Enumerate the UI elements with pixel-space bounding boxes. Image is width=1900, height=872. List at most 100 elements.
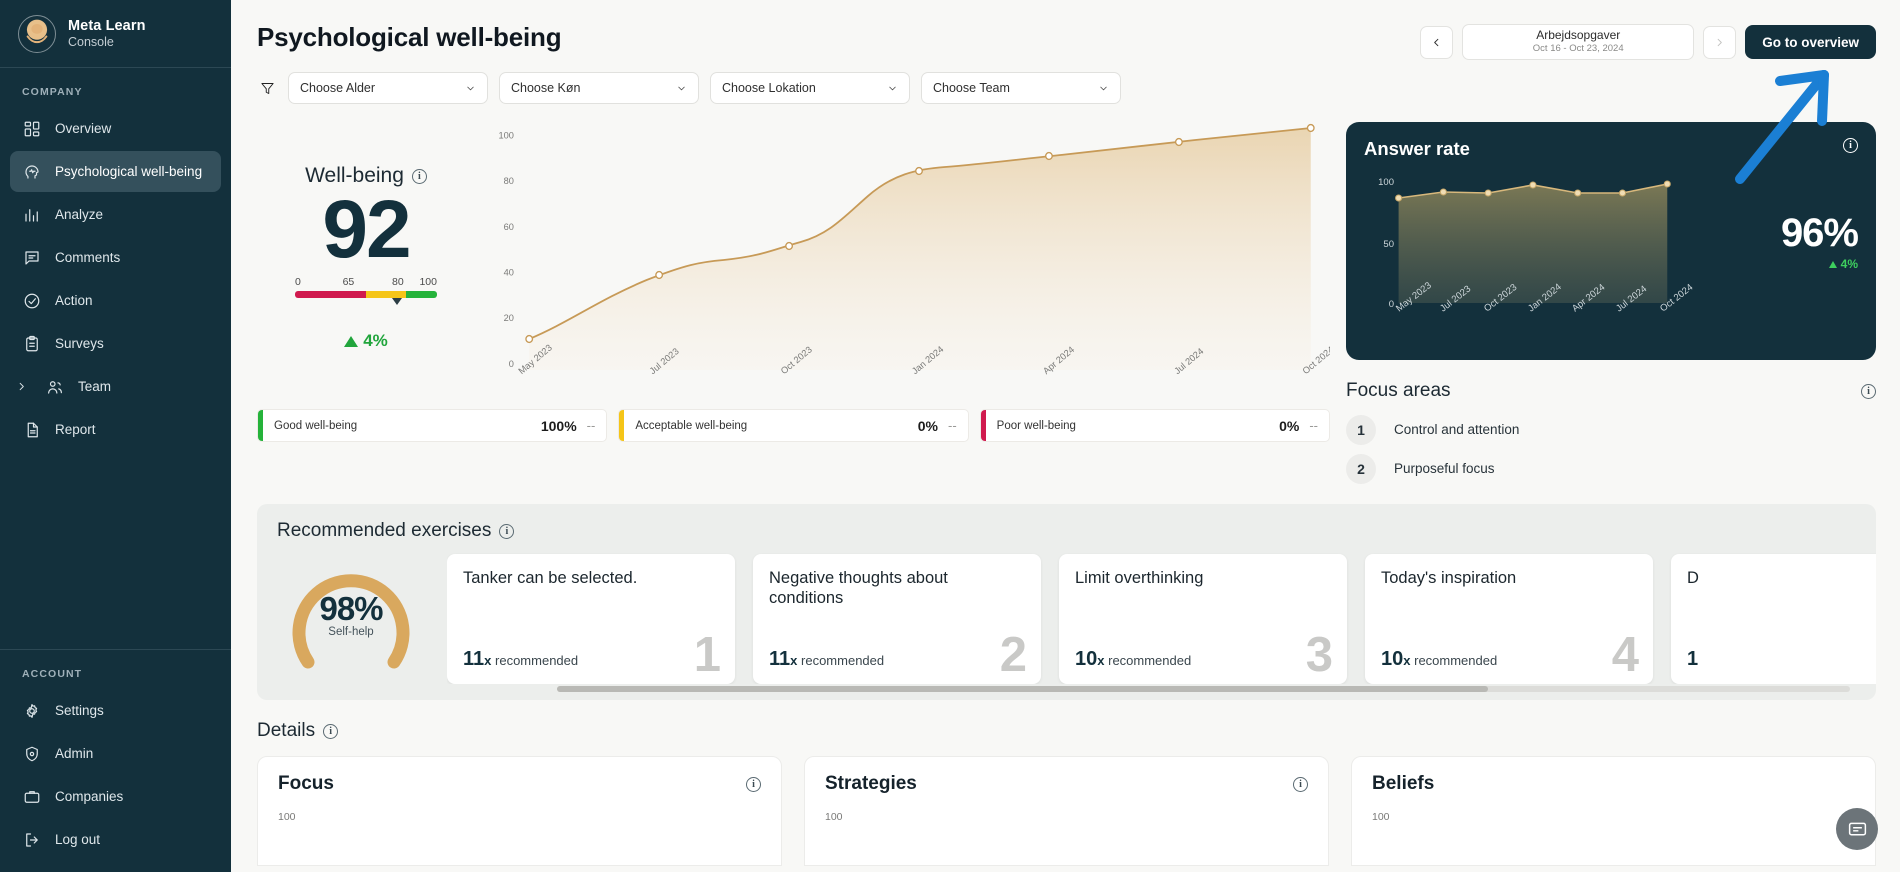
focus-area-label: Purposeful focus	[1394, 461, 1495, 476]
focus-area-item[interactable]: 1 Control and attention	[1346, 410, 1876, 449]
sidebar-item-companies[interactable]: Companies	[10, 776, 221, 817]
recommended-card-title: Limit overthinking	[1075, 568, 1331, 588]
sidebar-item-label: Overview	[55, 121, 111, 136]
detail-card-title: Beliefs	[1372, 773, 1434, 795]
svg-text:60: 60	[504, 222, 514, 232]
focus-areas-list: 1 Control and attention 2 Purposeful foc…	[1346, 410, 1876, 488]
svg-text:0: 0	[509, 359, 514, 369]
svg-text:40: 40	[504, 268, 514, 278]
detail-card-header: Strategies i	[825, 773, 1308, 795]
info-icon[interactable]: i	[1843, 138, 1858, 153]
answer-rate-header: Answer rate i	[1364, 138, 1858, 160]
answer-rate-body: 100 50 0 May 2023 Jul 2023 Oct 2023 Jan …	[1364, 160, 1858, 350]
legend-item-acceptable[interactable]: Acceptable well-being 0% --	[618, 409, 968, 442]
sidebar-item-settings[interactable]: Settings	[10, 690, 221, 731]
app-root: Meta Learn Console COMPANY Overview Psyc…	[0, 0, 1900, 872]
filter-select-kon[interactable]: Choose Køn	[499, 72, 699, 104]
recommended-header: Recommended exercises i	[277, 520, 1876, 542]
chevron-right-icon	[10, 381, 32, 392]
sidebar-item-admin[interactable]: Admin	[10, 733, 221, 774]
detail-card-axis-max: 100	[1372, 811, 1855, 823]
svg-text:20: 20	[504, 313, 514, 323]
info-icon[interactable]: i	[746, 777, 761, 792]
recommended-exercises-section: Recommended exercises i 98% Self-help	[257, 504, 1876, 700]
recommended-card[interactable]: Today's inspiration 10x recommended 4	[1365, 554, 1653, 684]
wellbeing-delta-value: 4%	[363, 331, 388, 351]
recommended-scrollbar-thumb[interactable]	[557, 686, 1488, 692]
details-row: Focus i 100 Strategies i 100 Beliefs	[257, 756, 1876, 866]
chat-fab-button[interactable]	[1836, 808, 1878, 850]
recommended-card[interactable]: Tanker can be selected. 11x recommended …	[447, 554, 735, 684]
svg-text:Oct 2024: Oct 2024	[1658, 282, 1695, 314]
legend-label: Good well-being	[263, 420, 541, 432]
recommended-card[interactable]: Limit overthinking 10x recommended 3	[1059, 554, 1347, 684]
recommended-card-rank: 1	[694, 631, 721, 680]
recommended-card-rank: 4	[1612, 631, 1639, 680]
info-icon[interactable]: i	[499, 524, 514, 539]
self-help-gauge: 98% Self-help	[277, 552, 425, 662]
sidebar-item-label: Analyze	[55, 207, 103, 222]
clipboard-icon	[22, 334, 42, 354]
sidebar-item-report[interactable]: Report	[10, 409, 221, 450]
info-icon[interactable]: i	[1861, 384, 1876, 399]
recommended-card[interactable]: Negative thoughts about conditions 11x r…	[753, 554, 1041, 684]
info-icon[interactable]: i	[1293, 777, 1308, 792]
focus-area-item[interactable]: 2 Purposeful focus	[1346, 449, 1876, 488]
wellbeing-panel: Well-being i 92 0 65 80 100	[257, 122, 1330, 488]
recommended-cards[interactable]: Tanker can be selected. 11x recommended …	[447, 552, 1876, 684]
wellbeing-delta: 4%	[344, 331, 388, 351]
wellbeing-tick: 80	[392, 276, 404, 288]
wellbeing-tick: 0	[295, 276, 301, 288]
sidebar-item-psychological-well-being[interactable]: Psychological well-being	[10, 151, 221, 192]
recommended-card[interactable]: D 1	[1671, 554, 1876, 684]
sidebar-item-team[interactable]: Team	[10, 366, 221, 407]
prev-period-button[interactable]	[1420, 26, 1453, 59]
filter-select-lokation[interactable]: Choose Lokation	[710, 72, 910, 104]
wellbeing-tick: 65	[343, 276, 355, 288]
sidebar-item-action[interactable]: Action	[10, 280, 221, 321]
filter-select-alder[interactable]: Choose Alder	[288, 72, 488, 104]
recommended-card-x: x	[790, 653, 797, 668]
legend-item-poor[interactable]: Poor well-being 0% --	[980, 409, 1330, 442]
sidebar-item-overview[interactable]: Overview	[10, 108, 221, 149]
recommended-card-x: x	[1097, 653, 1104, 668]
date-range-sub: Oct 16 - Oct 23, 2024	[1533, 43, 1624, 55]
svg-text:Apr 2024: Apr 2024	[1041, 344, 1076, 376]
sidebar-item-surveys[interactable]: Surveys	[10, 323, 221, 364]
filter-select-team[interactable]: Choose Team	[921, 72, 1121, 104]
briefcase-icon	[22, 787, 42, 807]
x-axis-labels: May 2023 Jul 2023 Oct 2023 Jan 2024 Apr …	[516, 342, 1330, 376]
detail-card-strategies[interactable]: Strategies i 100	[804, 756, 1329, 866]
sidebar-item-analyze[interactable]: Analyze	[10, 194, 221, 235]
page-title: Psychological well-being	[257, 22, 561, 53]
recommended-card-count: 10	[1381, 648, 1403, 670]
svg-text:Jul 2024: Jul 2024	[1172, 346, 1205, 376]
sidebar: Meta Learn Console COMPANY Overview Psyc…	[0, 0, 231, 872]
detail-card-axis-max: 100	[825, 811, 1308, 823]
sidebar-item-comments[interactable]: Comments	[10, 237, 221, 278]
right-panel: Answer rate i	[1346, 122, 1876, 488]
answer-rate-card: Answer rate i	[1346, 122, 1876, 360]
brand[interactable]: Meta Learn Console	[0, 0, 231, 67]
sidebar-item-label: Companies	[55, 789, 123, 804]
detail-card-focus[interactable]: Focus i 100	[257, 756, 782, 866]
legend-item-good[interactable]: Good well-being 100% --	[257, 409, 607, 442]
info-icon[interactable]: i	[412, 169, 427, 184]
wellbeing-chart: 100 80 60 40 20 0 May 2023 Jul 2023 Oct …	[475, 122, 1330, 397]
recommended-card-count: 11	[463, 648, 484, 670]
info-icon[interactable]: i	[323, 724, 338, 739]
main-content: Psychological well-being Arbejdsopgaver …	[231, 0, 1900, 872]
svg-text:Oct 2024: Oct 2024	[1301, 344, 1330, 376]
detail-card-header: Beliefs	[1372, 773, 1855, 795]
go-to-overview-button[interactable]: Go to overview	[1745, 25, 1876, 59]
document-icon	[22, 420, 42, 440]
sidebar-item-label: Log out	[55, 832, 100, 847]
detail-card-beliefs[interactable]: Beliefs 100	[1351, 756, 1876, 866]
sidebar-item-log-out[interactable]: Log out	[10, 819, 221, 860]
wellbeing-axes: 100 80 60 40 20 0 May 2023 Jul 2023 Oct …	[475, 122, 1330, 397]
date-range-picker[interactable]: Arbejdsopgaver Oct 16 - Oct 23, 2024	[1462, 24, 1694, 60]
next-period-button[interactable]	[1703, 26, 1736, 59]
recommended-scrollbar[interactable]	[557, 686, 1850, 692]
svg-text:Apr 2024: Apr 2024	[1570, 282, 1607, 314]
sidebar-item-label: Team	[78, 379, 111, 394]
